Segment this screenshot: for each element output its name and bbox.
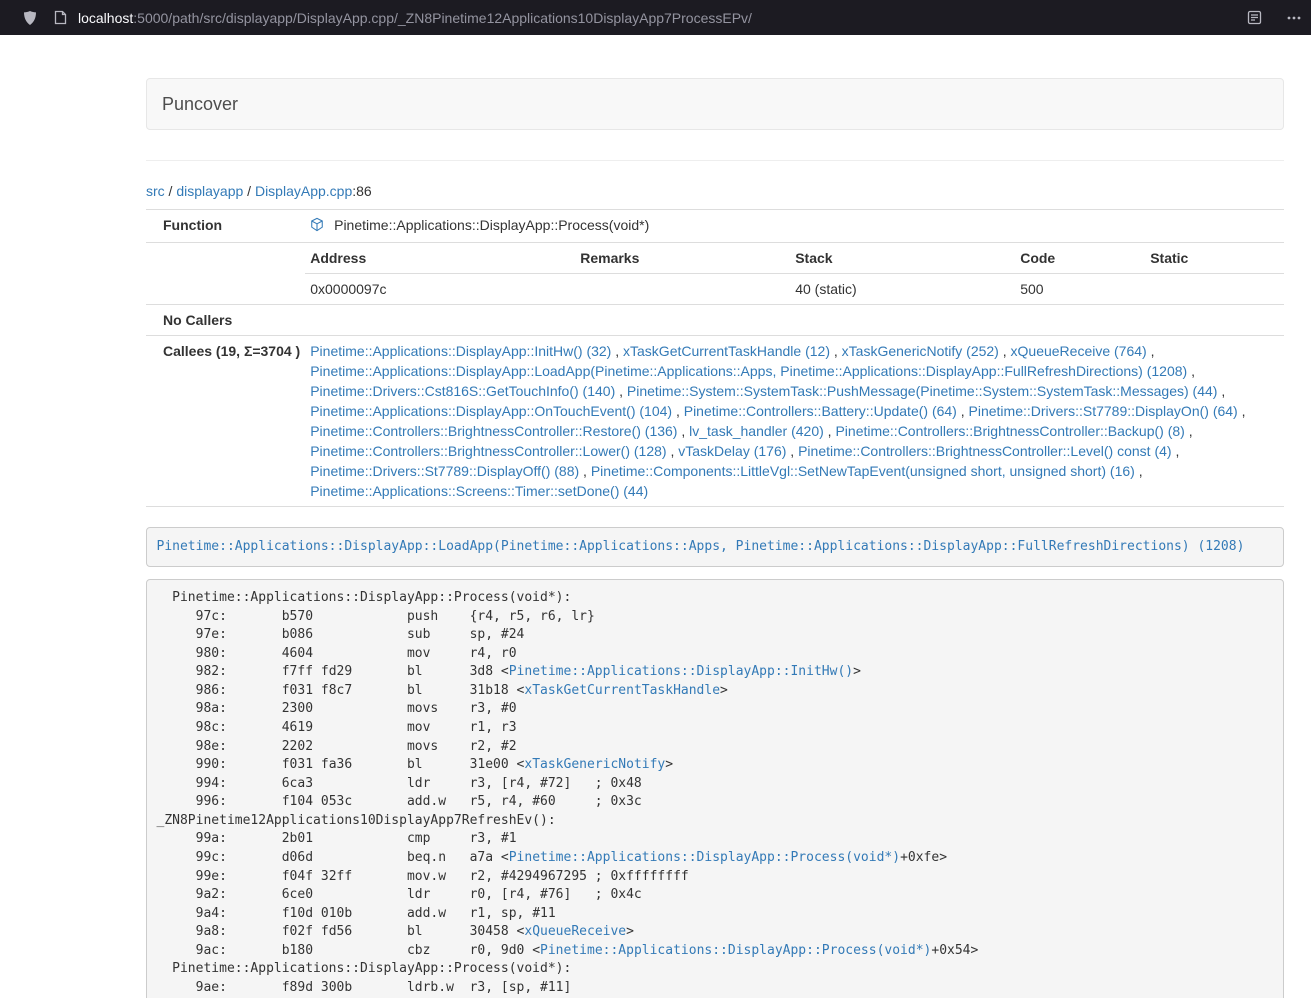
cell-code: 500 (1015, 274, 1145, 305)
asm-symbol-link[interactable]: Pinetime::Applications::DisplayApp::Proc… (540, 943, 931, 958)
callee-link[interactable]: Pinetime::Controllers::Battery::Update()… (684, 403, 957, 419)
cell-static (1145, 274, 1284, 305)
no-callers-label: No Callers (146, 305, 305, 336)
callee-link[interactable]: Pinetime::Controllers::BrightnessControl… (310, 423, 677, 439)
page-container: Puncover src / displayapp / DisplayApp.c… (146, 35, 1284, 998)
brand[interactable]: Puncover (162, 94, 238, 115)
breadcrumb-line-number: :86 (352, 183, 371, 199)
function-row: Function Pinetime::Applications::Display… (146, 210, 1284, 243)
callee-link[interactable]: Pinetime::Drivers::St7789::DisplayOff() … (310, 463, 579, 479)
callee-link[interactable]: xQueueReceive (764) (1011, 343, 1147, 359)
details-row: 0x0000097c 40 (static) 500 (305, 274, 1284, 305)
url-domain: localhost (78, 10, 133, 26)
callee-link[interactable]: Pinetime::Controllers::BrightnessControl… (798, 443, 1171, 459)
navbar: Puncover (146, 78, 1284, 130)
col-header-remarks: Remarks (575, 243, 790, 274)
col-header-static: Static (1145, 243, 1284, 274)
highlighted-symbol-link[interactable]: Pinetime::Applications::DisplayApp::Load… (157, 539, 1245, 554)
breadcrumb-link[interactable]: src (146, 183, 165, 199)
callee-link[interactable]: lv_task_handler (420) (689, 423, 824, 439)
cube-icon (310, 217, 324, 237)
callee-link[interactable]: Pinetime::System::SystemTask::PushMessag… (627, 383, 1218, 399)
callee-link[interactable]: Pinetime::Drivers::St7789::DisplayOn() (… (969, 403, 1238, 419)
callee-link[interactable]: Pinetime::Applications::DisplayApp::Load… (310, 363, 1187, 379)
callee-link[interactable]: vTaskDelay (176) (678, 443, 786, 459)
callee-link[interactable]: Pinetime::Applications::DisplayApp::OnTo… (310, 403, 672, 419)
breadcrumb-link[interactable]: displayapp (176, 183, 243, 199)
callee-link[interactable]: xTaskGetCurrentTaskHandle (12) (623, 343, 830, 359)
details-header-row: Address Remarks Stack Code Static (305, 243, 1284, 274)
function-name-cell: Pinetime::Applications::DisplayApp::Proc… (305, 210, 1284, 243)
callee-link[interactable]: Pinetime::Components::LittleVgl::SetNewT… (591, 463, 1135, 479)
details-row-wrapper: Address Remarks Stack Code Static 0x0000… (146, 243, 1284, 305)
asm-symbol-link[interactable]: xTaskGetCurrentTaskHandle (524, 683, 720, 698)
col-header-code: Code (1015, 243, 1145, 274)
callee-link[interactable]: Pinetime::Controllers::BrightnessControl… (835, 423, 1184, 439)
function-label: Function (146, 210, 305, 243)
callee-link[interactable]: xTaskGenericNotify (252) (842, 343, 999, 359)
callees-list: Pinetime::Applications::DisplayApp::Init… (305, 336, 1284, 507)
assembly-listing: Pinetime::Applications::DisplayApp::Proc… (146, 579, 1284, 998)
page-icon[interactable] (54, 10, 67, 25)
callees-row: Callees (19, Σ=3704 ) Pinetime::Applicat… (146, 336, 1284, 507)
details-row-spacer (146, 243, 305, 305)
callee-link[interactable]: Pinetime::Controllers::BrightnessControl… (310, 443, 666, 459)
highlighted-symbol: Pinetime::Applications::DisplayApp::Load… (146, 527, 1284, 567)
url-path: :5000/path/src/displayapp/DisplayApp.cpp… (133, 10, 752, 26)
asm-symbol-link[interactable]: Pinetime::Applications::DisplayApp::Init… (509, 664, 853, 679)
reader-view-icon[interactable] (1247, 10, 1262, 25)
function-name: Pinetime::Applications::DisplayApp::Proc… (334, 217, 649, 233)
no-callers-row: No Callers (146, 305, 1284, 336)
breadcrumb-link[interactable]: DisplayApp.cpp (255, 183, 352, 199)
details-table: Address Remarks Stack Code Static 0x0000… (305, 243, 1284, 304)
asm-symbol-link[interactable]: xTaskGenericNotify (524, 757, 665, 772)
callees-label: Callees (19, Σ=3704 ) (146, 336, 305, 507)
callee-link[interactable]: Pinetime::Applications::Screens::Timer::… (310, 483, 648, 499)
divider (146, 160, 1284, 161)
cell-stack: 40 (static) (790, 274, 1015, 305)
callee-link[interactable]: Pinetime::Drivers::Cst816S::GetTouchInfo… (310, 383, 615, 399)
asm-symbol-link[interactable]: xQueueReceive (524, 924, 626, 939)
cell-remarks (575, 274, 790, 305)
col-header-address: Address (305, 243, 575, 274)
breadcrumb: src / displayapp / DisplayApp.cpp:86 (146, 181, 1284, 201)
no-callers-cell (305, 305, 1284, 336)
col-header-stack: Stack (790, 243, 1015, 274)
function-table: Function Pinetime::Applications::Display… (146, 209, 1284, 507)
callee-link[interactable]: Pinetime::Applications::DisplayApp::Init… (310, 343, 611, 359)
url-field[interactable]: localhost:5000/path/src/displayapp/Displ… (78, 10, 1247, 26)
browser-bar: localhost:5000/path/src/displayapp/Displ… (0, 0, 1311, 35)
asm-symbol-link[interactable]: Pinetime::Applications::DisplayApp::Proc… (509, 850, 900, 865)
shield-icon[interactable] (22, 10, 38, 26)
menu-dots-icon[interactable] (1286, 10, 1302, 26)
cell-address: 0x0000097c (305, 274, 575, 305)
